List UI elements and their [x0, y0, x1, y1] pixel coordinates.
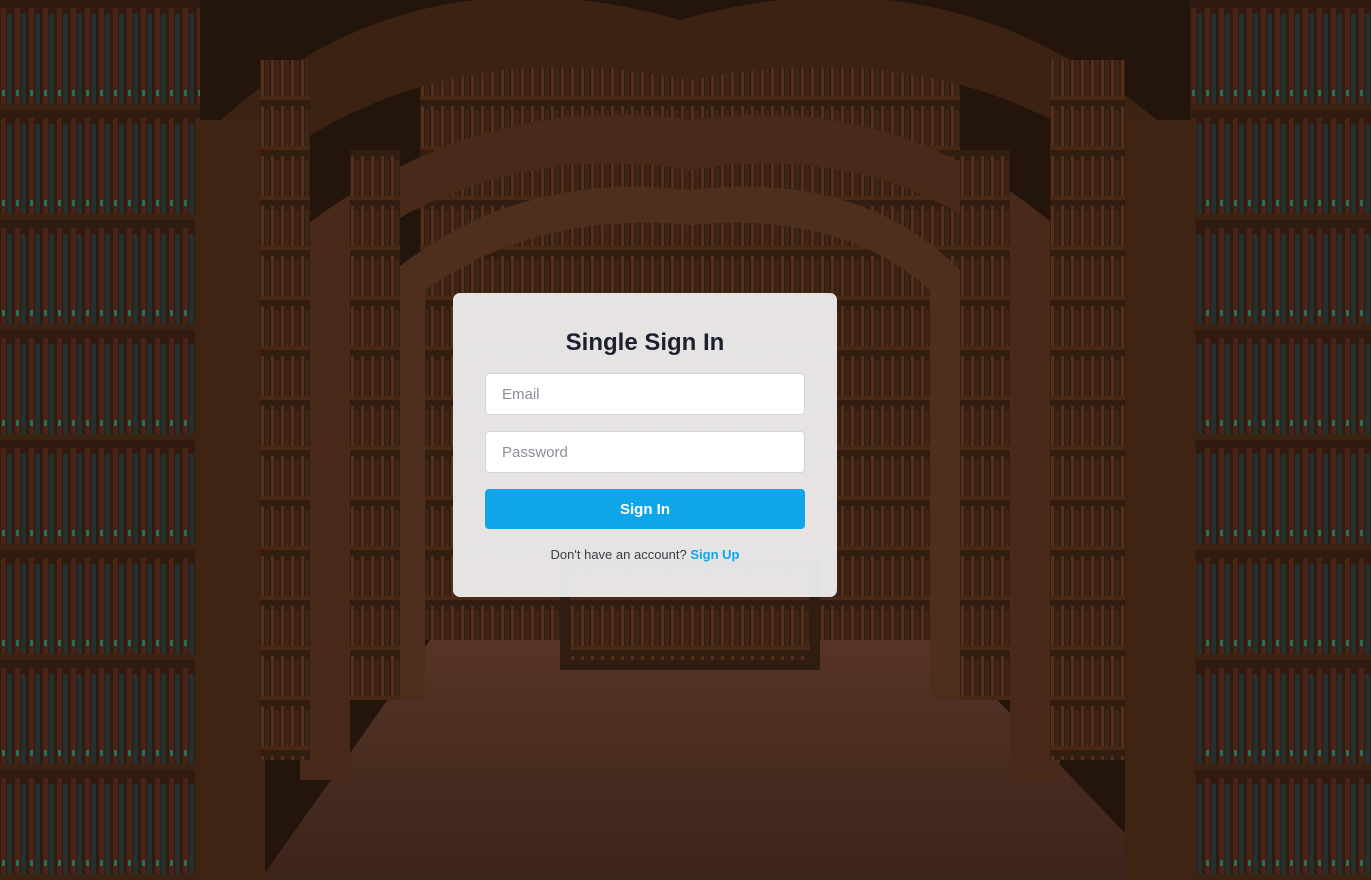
password-field[interactable]	[485, 431, 805, 473]
sign-in-button[interactable]: Sign In	[485, 489, 805, 529]
signup-prompt-text: Don't have an account?	[550, 547, 691, 562]
sign-in-card: Single Sign In Sign In Don't have an acc…	[453, 293, 837, 597]
email-field[interactable]	[485, 373, 805, 415]
signup-prompt-line: Don't have an account? Sign Up	[453, 547, 837, 562]
sign-up-link[interactable]: Sign Up	[690, 547, 739, 562]
sign-in-title: Single Sign In	[565, 329, 725, 356]
